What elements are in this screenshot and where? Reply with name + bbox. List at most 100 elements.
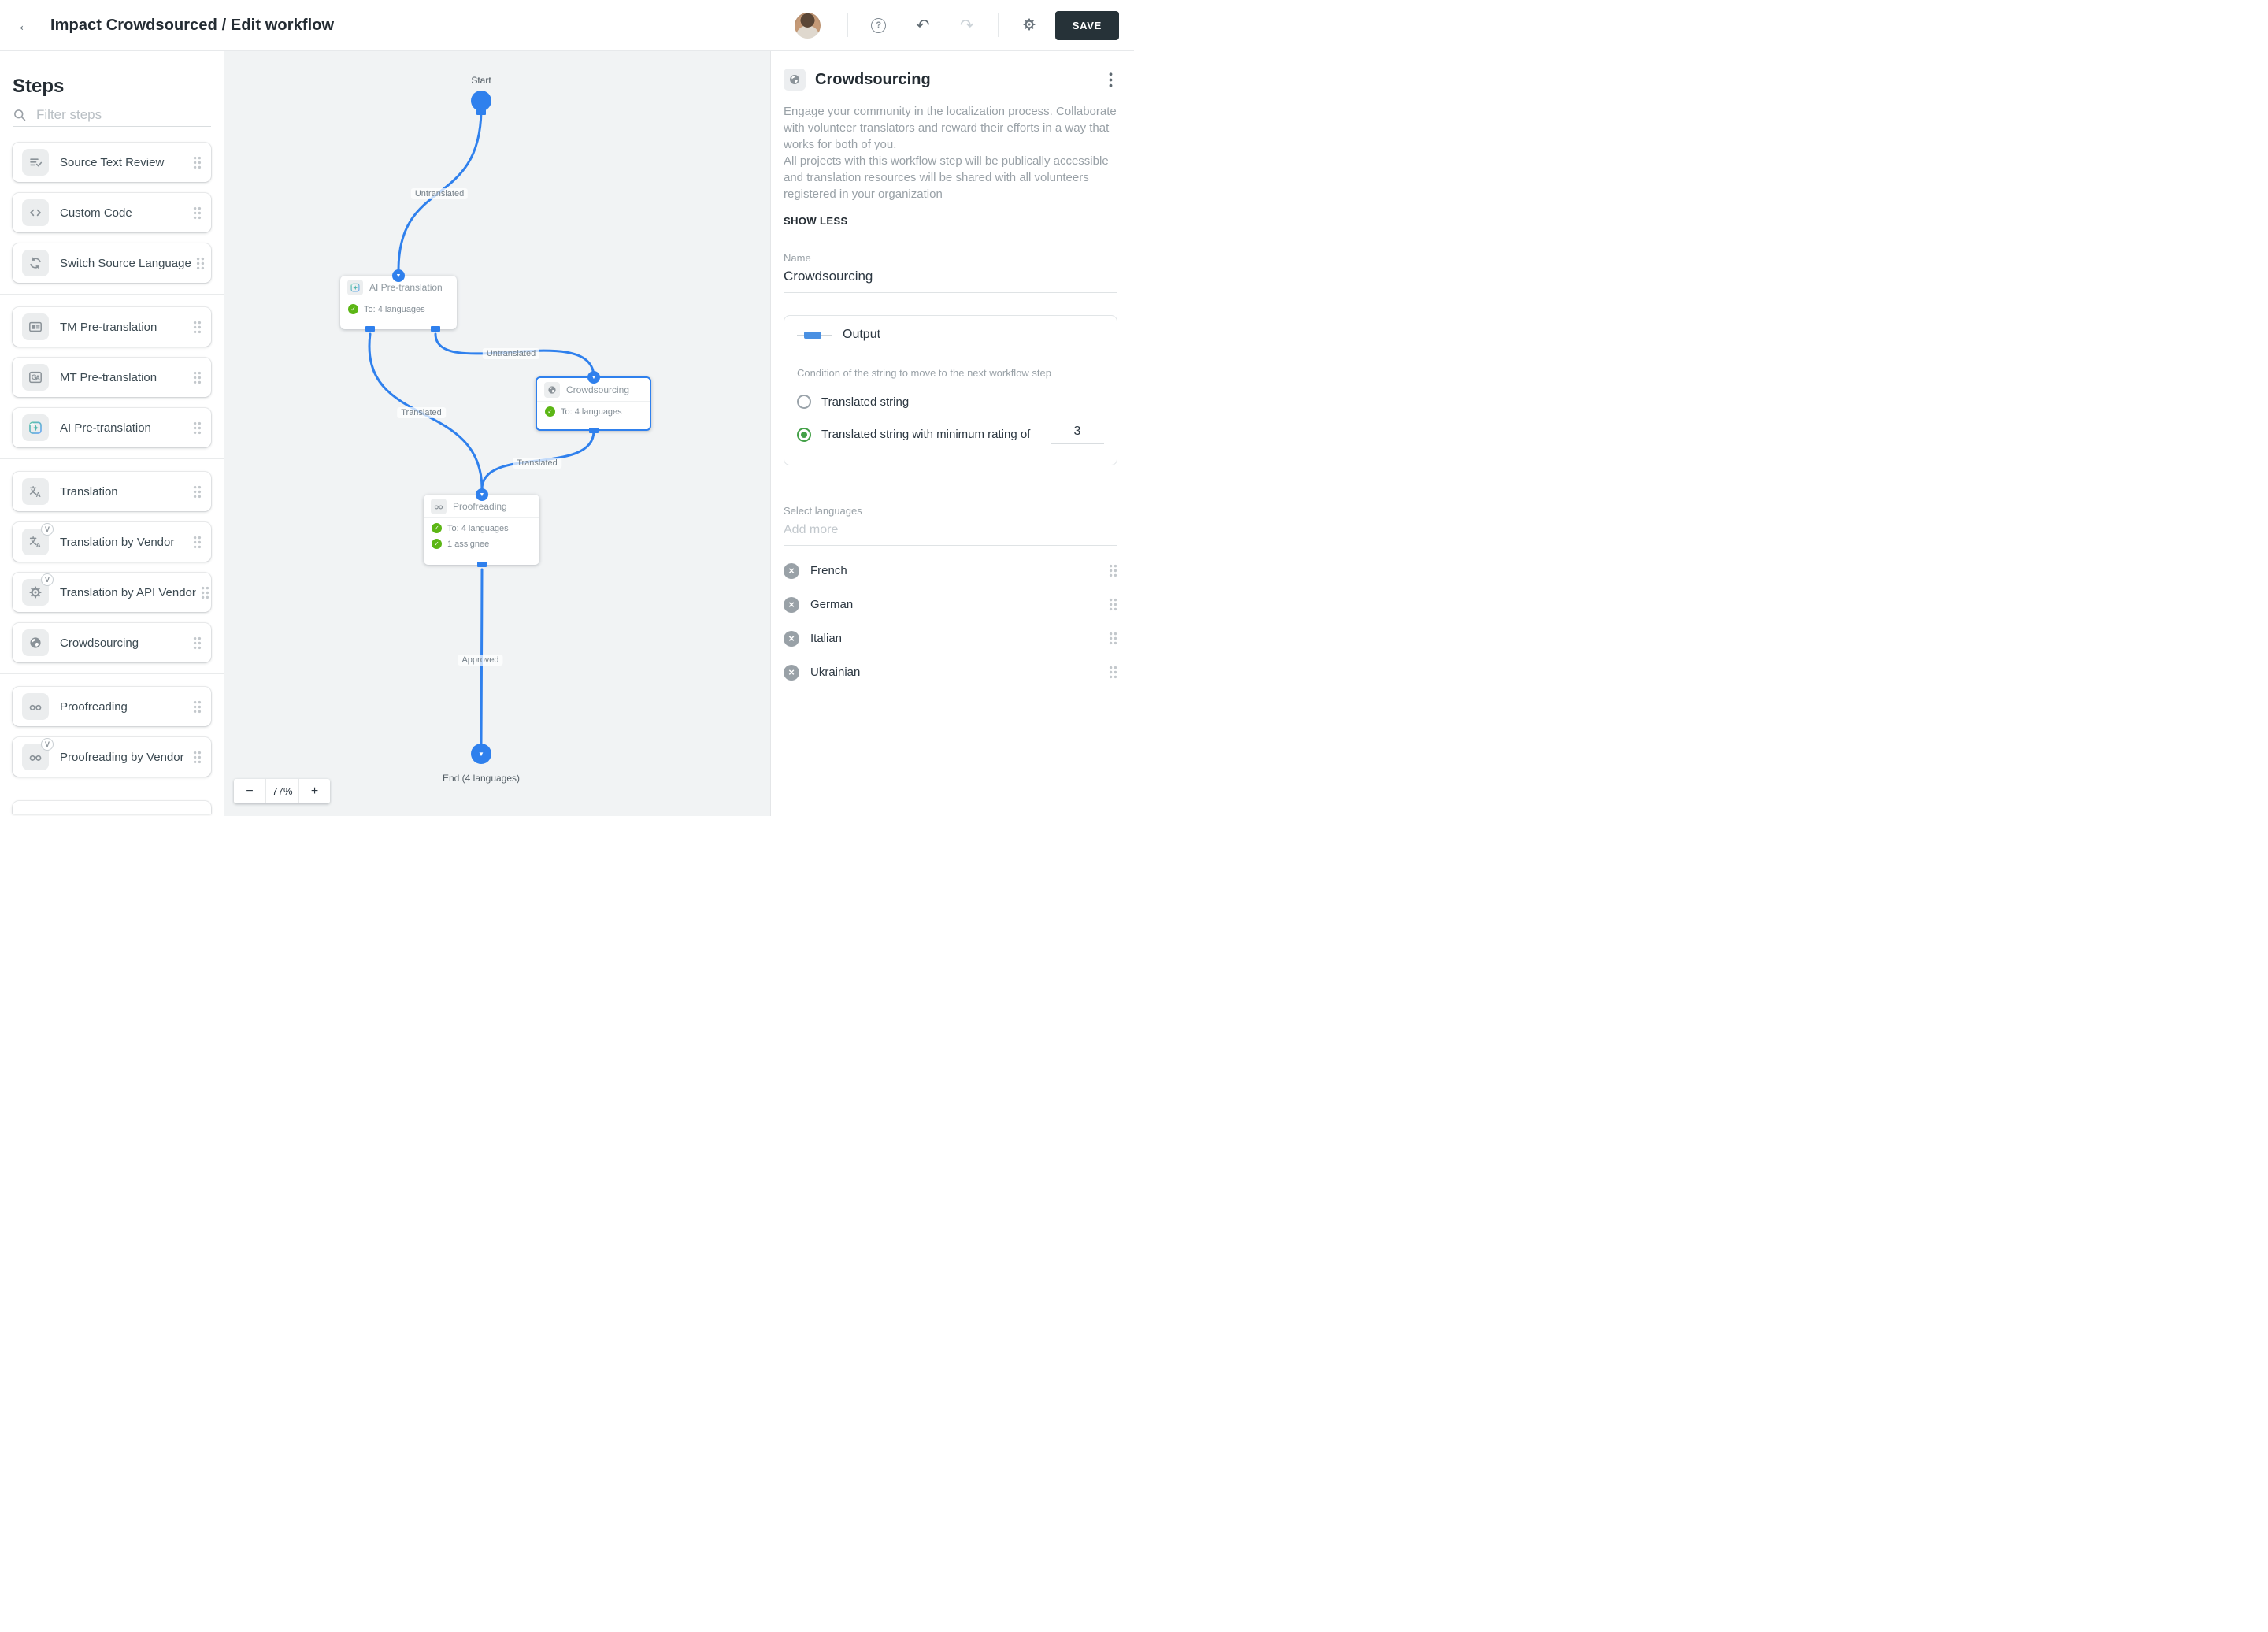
filter-steps-input[interactable] bbox=[35, 106, 211, 124]
zoom-out-button[interactable]: − bbox=[234, 779, 265, 803]
topbar: ← Impact Crowdsourced / Edit workflow ? … bbox=[0, 0, 1134, 51]
step-card-crowdsourcing[interactable]: Crowdsourcing bbox=[13, 623, 211, 662]
search-icon bbox=[13, 108, 27, 122]
drag-handle-icon[interactable] bbox=[188, 421, 202, 435]
tm-card-icon bbox=[22, 313, 49, 340]
step-card-proofreading[interactable]: Proofreading bbox=[13, 687, 211, 726]
check-icon: ✓ bbox=[545, 406, 555, 417]
node-crowdsourcing[interactable]: Crowdsourcing ✓ To: 4 languages bbox=[536, 376, 651, 431]
help-button[interactable]: ? bbox=[867, 13, 891, 37]
drag-handle-icon[interactable] bbox=[1104, 666, 1117, 679]
step-card-translation[interactable]: A Translation bbox=[13, 472, 211, 511]
show-less-button[interactable]: SHOW LESS bbox=[784, 215, 1117, 227]
gear-icon: V bbox=[22, 573, 54, 606]
edge-label-approved: Approved bbox=[458, 655, 503, 666]
drag-handle-icon[interactable] bbox=[1104, 564, 1117, 577]
node-proofreading[interactable]: Proofreading ✓ To: 4 languages ✓ 1 assig… bbox=[424, 495, 539, 565]
save-button[interactable]: SAVE bbox=[1054, 10, 1119, 40]
node-status-text: 1 assignee bbox=[447, 539, 490, 549]
node-status-row: ✓ To: 4 languages bbox=[340, 299, 457, 315]
remove-language-icon[interactable]: × bbox=[784, 596, 799, 613]
topbar-actions: ? ↶ ↷ SAVE bbox=[794, 10, 1119, 40]
step-card-partial[interactable] bbox=[13, 801, 211, 814]
edge-label-untranslated: Untranslated bbox=[410, 188, 469, 199]
drag-handle-icon[interactable] bbox=[1104, 598, 1117, 611]
drag-handle-icon[interactable] bbox=[188, 485, 202, 499]
remove-language-icon[interactable]: × bbox=[784, 562, 799, 579]
drag-handle-icon[interactable] bbox=[188, 751, 202, 764]
drag-handle-icon[interactable] bbox=[188, 321, 202, 334]
back-button[interactable]: ← bbox=[11, 11, 39, 39]
gear-icon bbox=[1021, 17, 1037, 35]
output-title: Output bbox=[843, 328, 881, 341]
step-card-ai-pre-translation[interactable]: AI Pre-translation bbox=[13, 408, 211, 447]
minimum-rating-input[interactable] bbox=[1051, 425, 1104, 444]
start-node-label: Start bbox=[471, 75, 491, 86]
language-label: Italian bbox=[810, 632, 843, 645]
radio-minimum-rating[interactable] bbox=[797, 427, 811, 442]
radio-translated-string[interactable] bbox=[797, 395, 811, 409]
panel-header: Crowdsourcing bbox=[784, 69, 1117, 91]
step-label: Custom Code bbox=[60, 206, 132, 220]
settings-button[interactable] bbox=[1017, 13, 1041, 37]
globe-icon bbox=[544, 381, 560, 398]
panel-menu-button[interactable] bbox=[1104, 69, 1117, 91]
condition-label: Condition of the string to move to the n… bbox=[797, 367, 1052, 379]
end-node[interactable]: ▼ bbox=[471, 744, 491, 764]
add-language-input[interactable] bbox=[784, 517, 1117, 546]
step-card-tm-pre-translation[interactable]: TM Pre-translation bbox=[13, 307, 211, 347]
output-connector bbox=[589, 428, 598, 433]
drag-handle-icon[interactable] bbox=[188, 636, 202, 650]
filter-steps-row bbox=[13, 103, 211, 127]
drag-handle-icon[interactable] bbox=[188, 371, 202, 384]
drag-handle-icon[interactable] bbox=[1104, 632, 1117, 645]
redo-button[interactable]: ↷ bbox=[955, 13, 979, 37]
check-icon: ✓ bbox=[348, 304, 358, 314]
input-arrow-icon: ▼ bbox=[587, 371, 600, 384]
translate-icon: AV bbox=[22, 523, 54, 555]
description-paragraph: Engage your community in the localizatio… bbox=[784, 105, 1117, 151]
drag-handle-icon[interactable] bbox=[188, 700, 202, 714]
steps-sidebar: Steps Source Text Review Custom Code Switc… bbox=[0, 51, 224, 816]
zoom-controls: − 77% + bbox=[234, 779, 330, 803]
drag-handle-icon[interactable] bbox=[188, 536, 202, 549]
glasses-icon: V bbox=[22, 738, 54, 770]
step-card-proofreading-by-vendor[interactable]: V Proofreading by Vendor bbox=[13, 737, 211, 777]
vendor-badge: V bbox=[41, 738, 54, 751]
globe-icon bbox=[784, 69, 806, 91]
step-card-translation-by-vendor[interactable]: A V Translation by Vendor bbox=[13, 522, 211, 562]
start-output-connector bbox=[476, 109, 486, 115]
undo-button[interactable]: ↶ bbox=[911, 13, 935, 37]
avatar[interactable] bbox=[794, 12, 821, 39]
node-ai-pre-translation[interactable]: AI Pre-translation ✓ To: 4 languages bbox=[340, 276, 457, 329]
remove-language-icon[interactable]: × bbox=[784, 630, 799, 647]
start-node[interactable] bbox=[471, 91, 491, 111]
zoom-level: 77% bbox=[265, 779, 298, 803]
remove-language-icon[interactable]: × bbox=[784, 664, 799, 681]
step-card-source-text-review[interactable]: Source Text Review bbox=[13, 143, 211, 182]
drag-handle-icon[interactable] bbox=[191, 257, 205, 270]
step-card-switch-source-language[interactable]: Switch Source Language bbox=[13, 243, 211, 283]
drag-handle-icon[interactable] bbox=[188, 156, 202, 169]
workflow-canvas[interactable]: Start Untranslated Untranslated Translat… bbox=[224, 51, 770, 816]
radio-row-minimum-rating: Translated string with minimum rating of bbox=[797, 425, 1104, 444]
step-card-mt-pre-translation[interactable]: G MT Pre-translation bbox=[13, 358, 211, 397]
language-row-german: × German bbox=[784, 588, 1117, 621]
step-card-translation-by-api-vendor[interactable]: V Translation by API Vendor bbox=[13, 573, 211, 612]
glasses-icon bbox=[431, 498, 447, 514]
language-row-french: × French bbox=[784, 554, 1117, 588]
edge-label-translated: Translated bbox=[397, 407, 446, 418]
node-status-text: To: 4 languages bbox=[447, 523, 509, 533]
workflow-editor-app: ← Impact Crowdsourced / Edit workflow ? … bbox=[0, 0, 1134, 816]
name-input[interactable] bbox=[784, 264, 1117, 293]
back-arrow-icon: ← bbox=[17, 15, 34, 35]
step-label: AI Pre-translation bbox=[60, 421, 151, 435]
drag-handle-icon[interactable] bbox=[196, 586, 209, 599]
step-label: Source Text Review bbox=[60, 155, 165, 169]
step-label: Translation by Vendor bbox=[60, 535, 175, 549]
drag-handle-icon[interactable] bbox=[188, 206, 202, 220]
mt-translate-icon: G bbox=[22, 364, 49, 391]
zoom-in-button[interactable]: + bbox=[298, 779, 330, 803]
step-card-custom-code[interactable]: Custom Code bbox=[13, 193, 211, 232]
edge-label-untranslated: Untranslated bbox=[482, 348, 540, 359]
